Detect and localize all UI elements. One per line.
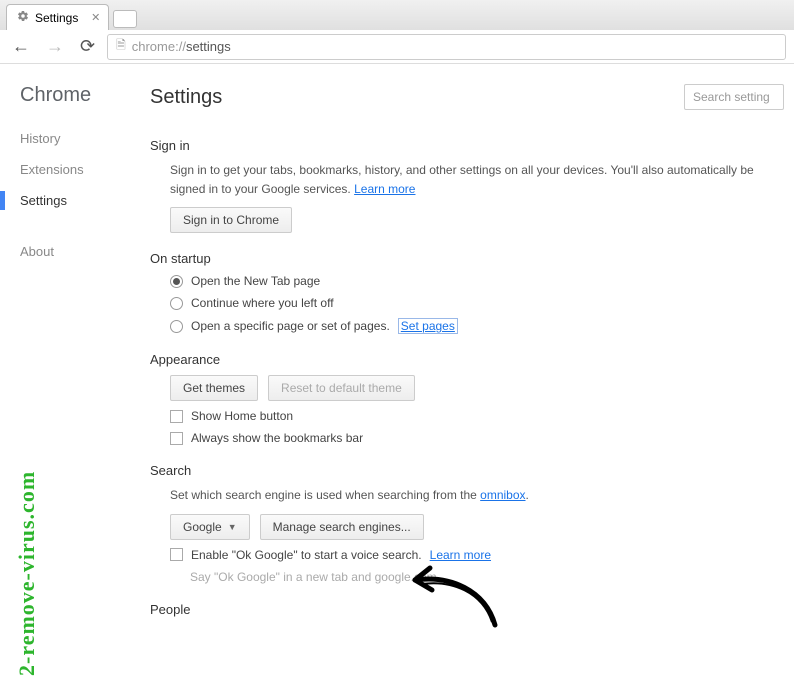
section-appearance-heading: Appearance <box>150 352 784 367</box>
show-bookmarks-checkbox[interactable]: Always show the bookmarks bar <box>170 431 784 445</box>
ok-google-checkbox[interactable]: Enable "Ok Google" to start a voice sear… <box>170 548 784 562</box>
new-tab-button[interactable] <box>113 10 137 28</box>
url-path: settings <box>186 39 231 54</box>
reset-theme-button[interactable]: Reset to default theme <box>268 375 415 401</box>
address-bar[interactable]: 🗎 chrome://settings <box>107 34 786 60</box>
sidebar-item-about[interactable]: About <box>20 244 150 259</box>
brand-title: Chrome <box>20 84 150 107</box>
sidebar: Chrome History Extensions Settings About <box>0 64 150 686</box>
tab-strip: Settings ✕ <box>0 0 794 30</box>
sidebar-item-extensions[interactable]: Extensions <box>20 162 150 177</box>
signin-button[interactable]: Sign in to Chrome <box>170 207 292 233</box>
radio-icon <box>170 275 183 288</box>
search-description: Set which search engine is used when sea… <box>170 486 784 505</box>
page-icon: 🗎 <box>116 36 126 57</box>
close-icon[interactable]: ✕ <box>91 11 100 24</box>
content-area: Settings Search setting Sign in Sign in … <box>150 64 794 686</box>
startup-option-continue[interactable]: Continue where you left off <box>170 296 784 310</box>
signin-learn-more-link[interactable]: Learn more <box>354 182 415 196</box>
sidebar-item-history[interactable]: History <box>20 131 150 146</box>
radio-icon <box>170 320 183 333</box>
page-header: Settings Search setting <box>150 84 784 110</box>
search-settings-input[interactable]: Search setting <box>684 84 784 110</box>
section-startup-heading: On startup <box>150 251 784 266</box>
checkbox-icon <box>170 548 183 561</box>
forward-button[interactable]: → <box>42 34 68 59</box>
chevron-down-icon: ▼ <box>228 522 237 532</box>
browser-tab[interactable]: Settings ✕ <box>6 4 109 30</box>
startup-option-specific[interactable]: Open a specific page or set of pages. Se… <box>170 318 784 334</box>
sidebar-item-settings[interactable]: Settings <box>20 193 150 208</box>
omnibox-link[interactable]: omnibox <box>480 488 525 502</box>
search-engine-dropdown[interactable]: Google ▼ <box>170 514 250 540</box>
radio-icon <box>170 297 183 310</box>
back-button[interactable]: ← <box>8 34 34 59</box>
gear-icon <box>17 10 29 25</box>
set-pages-link[interactable]: Set pages <box>398 318 458 334</box>
manage-search-engines-button[interactable]: Manage search engines... <box>260 514 424 540</box>
main-layout: Chrome History Extensions Settings About… <box>0 64 794 686</box>
checkbox-icon <box>170 432 183 445</box>
section-people-heading: People <box>150 602 784 617</box>
checkbox-icon <box>170 410 183 423</box>
tab-title: Settings <box>35 11 78 25</box>
section-search-heading: Search <box>150 463 784 478</box>
startup-option-newtab[interactable]: Open the New Tab page <box>170 274 784 288</box>
url-scheme: chrome:// <box>132 39 186 54</box>
page-title: Settings <box>150 86 222 109</box>
browser-toolbar: ← → ⟳ 🗎 chrome://settings <box>0 30 794 64</box>
reload-button[interactable]: ⟳ <box>76 34 99 59</box>
show-home-checkbox[interactable]: Show Home button <box>170 409 784 423</box>
ok-google-hint: Say "Ok Google" in a new tab and google.… <box>190 570 784 584</box>
section-signin-heading: Sign in <box>150 138 784 153</box>
get-themes-button[interactable]: Get themes <box>170 375 258 401</box>
okgoogle-learn-more-link[interactable]: Learn more <box>430 548 491 562</box>
signin-description: Sign in to get your tabs, bookmarks, his… <box>170 161 784 199</box>
